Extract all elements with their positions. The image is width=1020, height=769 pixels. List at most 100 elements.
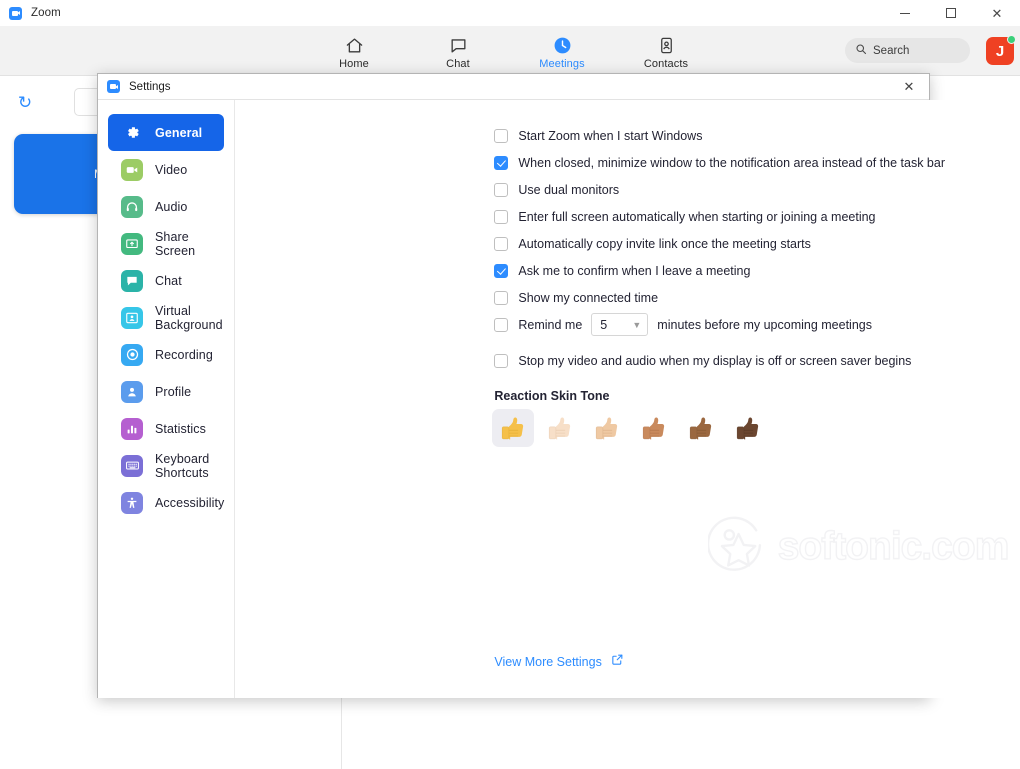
option-label: Ask me to confirm when I leave a meeting: [518, 263, 751, 278]
sidebar-item-virtual-background[interactable]: Virtual Background: [108, 299, 224, 336]
checkbox-minimize-to-notification-area[interactable]: [494, 155, 509, 170]
bar-chart-icon: [121, 417, 143, 440]
app-title: Zoom: [31, 7, 61, 19]
nav-tab-home-label: Home: [339, 58, 369, 70]
option-label: Use dual monitors: [518, 182, 620, 197]
skin-tone-swatch-medium[interactable]: [633, 409, 675, 447]
checkbox-confirm-leave-meeting[interactable]: [494, 263, 509, 278]
sidebar-item-share-screen[interactable]: Share Screen: [108, 225, 224, 262]
sidebar-item-statistics-label: Statistics: [155, 421, 207, 436]
accessibility-icon: [121, 491, 143, 514]
checkbox-enter-full-screen-automatically[interactable]: [494, 209, 509, 224]
option-row[interactable]: Start Zoom when I start Windows: [235, 122, 945, 149]
option-row[interactable]: Stop my video and audio when my display …: [235, 347, 945, 374]
sidebar-item-accessibility-label: Accessibility: [155, 495, 225, 510]
option-label: When closed, minimize window to the noti…: [518, 155, 945, 170]
record-circle-icon: [121, 343, 143, 366]
app-nav-bar: Home Chat Meetings Contacts Search J: [0, 26, 1020, 76]
option-row[interactable]: When closed, minimize window to the noti…: [235, 149, 945, 176]
option-label: Start Zoom when I start Windows: [518, 128, 703, 143]
sidebar-item-keyboard-shortcuts-label: Keyboard Shortcuts: [155, 451, 210, 480]
settings-title-bar: Settings ✕: [98, 74, 929, 100]
thumbs-up-icon: [596, 417, 618, 440]
checkbox-auto-copy-invite-link[interactable]: [494, 236, 509, 251]
checkbox-stop-video-audio-on-display-off[interactable]: [494, 353, 509, 368]
skin-tone-swatch-dark[interactable]: [727, 409, 769, 447]
checkbox-show-connected-time[interactable]: [494, 290, 509, 305]
thumbs-up-icon: [643, 417, 665, 440]
sidebar-item-chat-label: Chat: [155, 273, 182, 288]
sidebar-item-profile-label: Profile: [155, 384, 192, 399]
remind-me-label-before: Remind me: [518, 317, 583, 332]
sidebar-item-general[interactable]: General: [108, 114, 225, 151]
sidebar-item-share-screen-label: Share Screen: [155, 229, 196, 258]
maximize-icon[interactable]: [928, 0, 974, 26]
sidebar-item-statistics[interactable]: Statistics: [108, 410, 224, 447]
chat-bubble-icon: [121, 269, 143, 292]
skin-tone-swatch-medium-dark[interactable]: [680, 409, 722, 447]
sidebar-item-profile[interactable]: Profile: [108, 373, 224, 410]
skin-tone-swatch-light[interactable]: [539, 409, 581, 447]
option-row[interactable]: Ask me to confirm when I leave a meeting: [235, 257, 945, 284]
remind-minutes-select[interactable]: 5 ▼: [591, 313, 649, 336]
clock-icon: [553, 34, 572, 56]
person-icon: [121, 380, 143, 403]
chat-bubble-icon: [449, 34, 468, 56]
refresh-icon[interactable]: ↻: [16, 94, 34, 112]
chevron-down-icon: ▼: [632, 319, 642, 330]
nav-tab-contacts-label: Contacts: [643, 58, 689, 70]
sidebar-item-video-label: Video: [155, 162, 188, 177]
sidebar-item-recording-label: Recording: [155, 347, 213, 362]
option-row[interactable]: Show my connected time: [235, 284, 945, 311]
virtual-background-icon: [121, 306, 143, 329]
external-link-icon[interactable]: [611, 653, 624, 671]
contact-card-icon: [657, 34, 676, 56]
sidebar-item-chat[interactable]: Chat: [108, 262, 224, 299]
search-input[interactable]: Search: [845, 38, 970, 63]
minimize-icon[interactable]: [882, 0, 928, 26]
sidebar-item-general-label: General: [155, 125, 203, 140]
meeting-card[interactable]: M: [14, 134, 108, 214]
remind-minutes-value: 5: [600, 317, 608, 332]
skin-tone-swatch-medium-light[interactable]: [586, 409, 628, 447]
view-more-settings-row[interactable]: View More Settings: [494, 653, 623, 671]
nav-tab-chat-label: Chat: [446, 58, 470, 70]
zoom-app-window: Zoom ✕ Home Chat Meetings Contacts Searc…: [0, 0, 1020, 769]
thumbs-up-icon: [690, 417, 712, 440]
option-row[interactable]: Enter full screen automatically when sta…: [235, 203, 945, 230]
skin-tone-swatch-default-yellow[interactable]: [492, 409, 535, 447]
option-row[interactable]: Use dual monitors: [235, 176, 945, 203]
option-row[interactable]: Automatically copy invite link once the …: [235, 230, 945, 257]
option-label: Automatically copy invite link once the …: [518, 236, 811, 251]
option-row-remind-me[interactable]: Remind me 5 ▼ minutes before my upcoming…: [235, 311, 945, 338]
video-camera-icon: [121, 158, 143, 181]
sidebar-item-audio-label: Audio: [155, 199, 188, 214]
home-icon: [345, 34, 364, 56]
remind-me-label-after: minutes before my upcoming meetings: [657, 317, 872, 332]
sidebar-item-recording[interactable]: Recording: [108, 336, 224, 373]
settings-dialog: Settings ✕ General Video Audio Share Scr…: [97, 73, 1010, 698]
general-settings-pane: Start Zoom when I start Windows When clo…: [235, 100, 1010, 698]
settings-body: General Video Audio Share Screen Chat Vi…: [98, 100, 1010, 698]
sidebar-item-video[interactable]: Video: [108, 151, 224, 188]
sidebar-item-keyboard-shortcuts[interactable]: Keyboard Shortcuts: [108, 447, 224, 484]
sidebar-item-accessibility[interactable]: Accessibility: [108, 484, 224, 521]
sidebar-item-audio[interactable]: Audio: [108, 188, 224, 225]
checkbox-remind-me[interactable]: [494, 317, 509, 332]
thumbs-up-icon: [502, 417, 524, 440]
close-icon[interactable]: ✕: [974, 0, 1020, 26]
nav-tab-chat[interactable]: Chat: [427, 32, 489, 70]
search-icon: [855, 42, 867, 60]
nav-tab-meetings-label: Meetings: [539, 58, 585, 70]
reaction-skin-tone-heading: Reaction Skin Tone: [494, 389, 610, 403]
share-screen-icon: [121, 232, 143, 255]
checkbox-start-zoom-with-windows[interactable]: [494, 128, 509, 143]
checkbox-use-dual-monitors[interactable]: [494, 182, 509, 197]
nav-tab-home[interactable]: Home: [323, 32, 385, 70]
close-icon[interactable]: ✕: [889, 74, 929, 100]
nav-tab-meetings[interactable]: Meetings: [531, 32, 593, 70]
nav-tab-contacts[interactable]: Contacts: [635, 32, 697, 70]
zoom-logo-icon: [107, 80, 120, 93]
app-title-bar: Zoom ✕: [0, 0, 1020, 26]
view-more-settings-link[interactable]: View More Settings: [494, 655, 601, 669]
